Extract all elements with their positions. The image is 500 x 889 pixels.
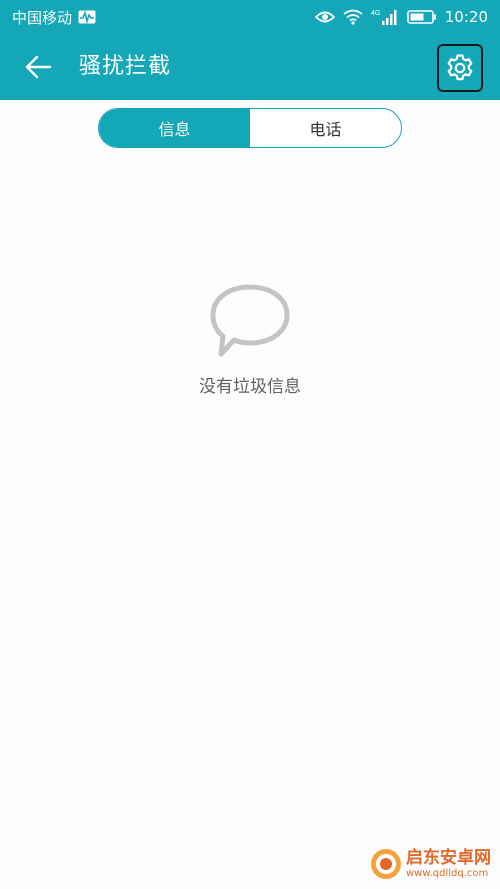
empty-message: 没有垃圾信息 bbox=[199, 377, 301, 397]
status-left: 中国移动 bbox=[12, 7, 96, 28]
watermark: 启东安卓网 www.qdlldq.com bbox=[370, 848, 491, 880]
app-bar: 骚扰拦截 bbox=[0, 34, 500, 100]
tab-bar: 信息 电话 bbox=[98, 108, 402, 148]
page-title: 骚扰拦截 bbox=[79, 54, 172, 79]
back-button[interactable] bbox=[18, 48, 58, 86]
tab-calls[interactable]: 电话 bbox=[250, 109, 401, 147]
settings-button[interactable] bbox=[437, 44, 483, 92]
clock: 10:20 bbox=[444, 8, 488, 26]
status-bar: 中国移动 4G 10:20 bbox=[0, 0, 500, 34]
watermark-text: 启东安卓网 www.qdlldq.com bbox=[406, 847, 491, 879]
network-type: 4G bbox=[371, 10, 380, 17]
screen: 中国移动 4G 10:20 骚扰拦截 信息 电话 没有垃圾信息 启东安卓网 ww… bbox=[0, 0, 500, 889]
gear-icon bbox=[447, 54, 473, 81]
status-right: 4G 10:20 bbox=[314, 8, 488, 26]
wifi-icon bbox=[343, 9, 363, 25]
activity-icon bbox=[78, 10, 96, 24]
watermark-logo bbox=[371, 849, 401, 879]
watermark-url: www.qdlldq.com bbox=[406, 867, 489, 879]
eye-icon bbox=[314, 10, 335, 24]
signal-icon: 4G bbox=[371, 8, 399, 26]
arrow-left-icon bbox=[25, 55, 52, 79]
battery-icon bbox=[406, 9, 437, 25]
carrier-name: 中国移动 bbox=[12, 8, 73, 27]
speech-bubble-icon bbox=[210, 284, 290, 357]
tab-messages[interactable]: 信息 bbox=[99, 109, 250, 147]
watermark-title: 启东安卓网 bbox=[406, 847, 491, 868]
